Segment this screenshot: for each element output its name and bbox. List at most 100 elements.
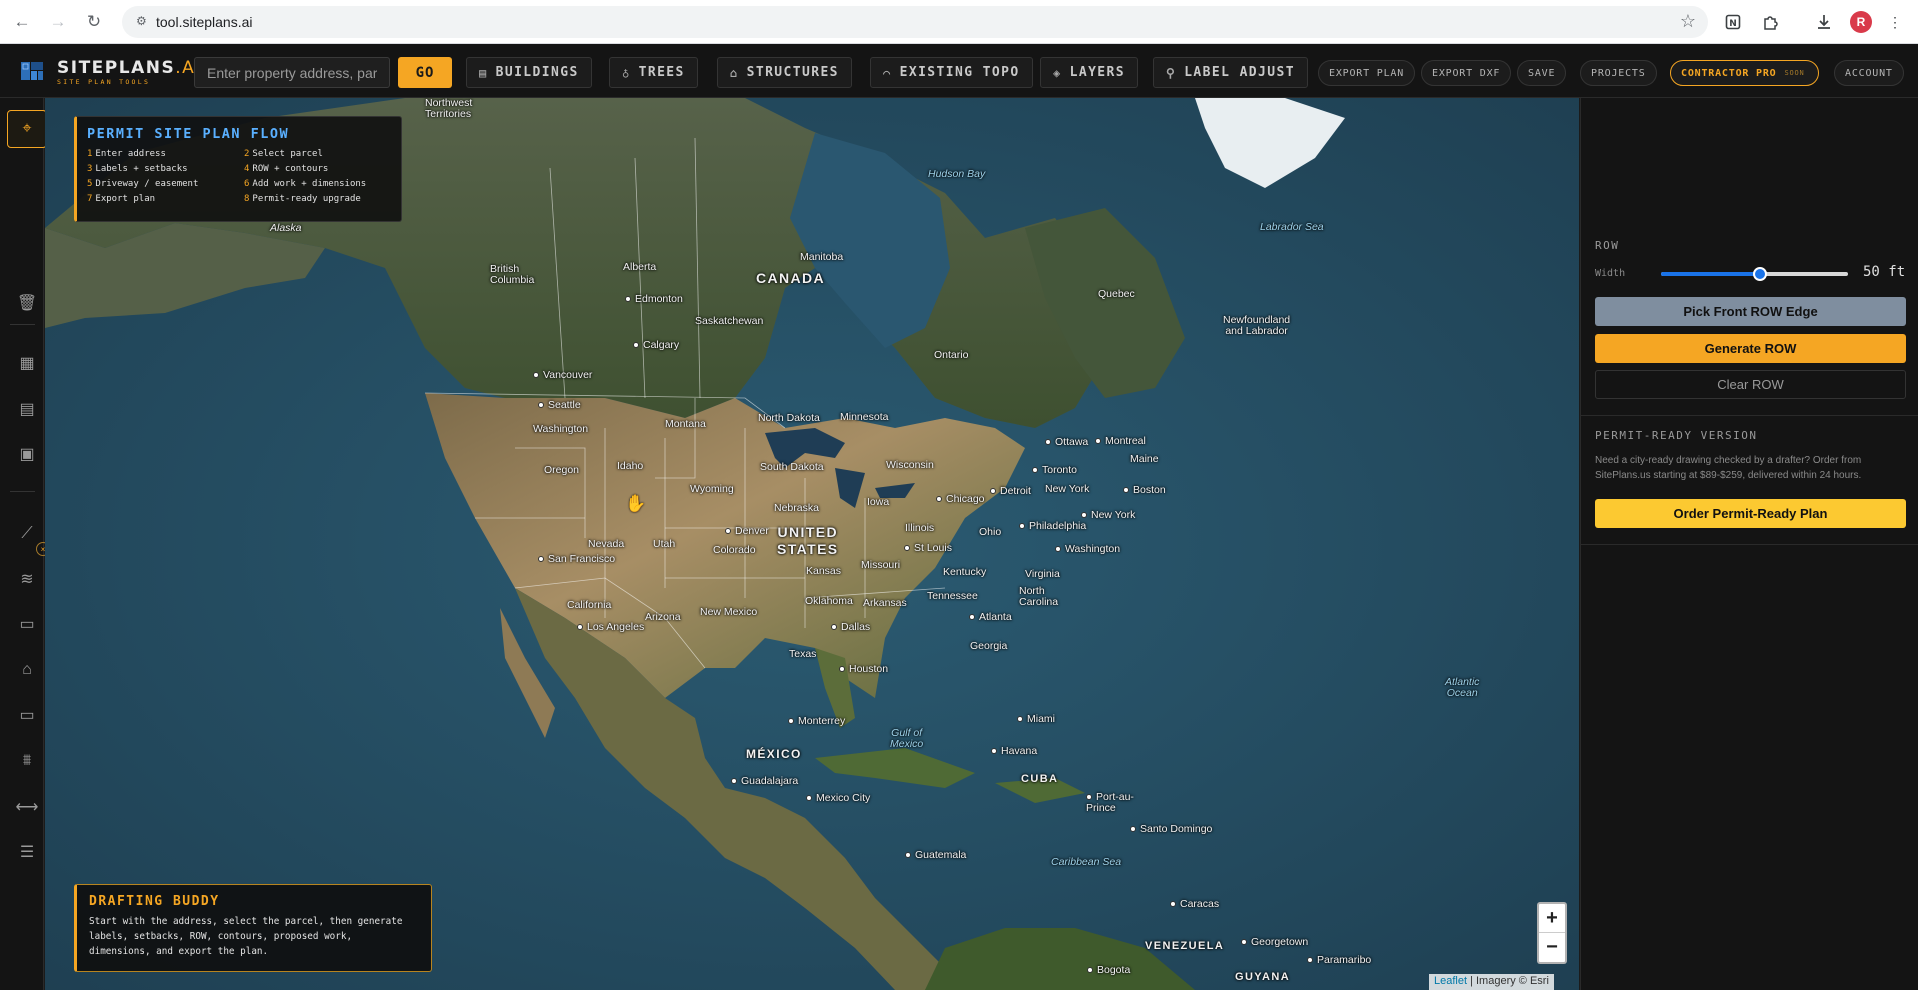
layers-button[interactable]: ◈ LAYERS [1040,57,1138,88]
map-label-port-au-prince: Port-au- Prince [1086,791,1134,814]
section-divider [1581,544,1918,545]
zoom-in-button[interactable]: + [1539,904,1565,933]
map-label-paramaribo: Paramaribo [1307,954,1371,966]
list-icon[interactable]: ☰ [8,837,46,867]
bookmark-star-icon[interactable]: ☆ [1680,11,1696,32]
section-divider [1581,415,1918,416]
map-label-washington-dc: Washington [1055,543,1120,555]
row-width-value: 50 ft [1863,264,1906,280]
go-button[interactable]: GO [398,57,452,88]
map-label-caracas: Caracas [1170,898,1219,910]
map-label-newfoundland: Newfoundland and Labrador [1223,314,1291,337]
trees-button[interactable]: ♁ TREES [609,57,698,88]
forward-icon[interactable]: → [46,10,70,34]
satellite-map[interactable]: Northwest Territories Alaska British Col… [45,98,1579,990]
map-attribution: Leaflet | Imagery © Esri [1429,974,1554,990]
map-label-idaho: Idaho [617,460,644,472]
projects-button[interactable]: PROJECTS [1580,60,1657,86]
map-label-calgary: Calgary [633,339,679,351]
topo-icon: ⌒ [883,65,892,80]
map-label-utah: Utah [653,538,676,550]
generate-row-button[interactable]: Generate ROW [1595,334,1906,363]
document-icon[interactable]: ▤ [8,394,46,424]
map-label-california: California [567,599,612,611]
property-address-input[interactable] [194,57,390,88]
zoom-control: + − [1537,902,1567,964]
easement-icon[interactable]: ▭ [8,700,46,730]
browser-menu-icon[interactable]: ⋮ [1884,11,1906,33]
driveway-icon[interactable]: ▭ [8,609,46,639]
map-label-north-carolina: North Carolina [1019,585,1059,608]
map-label-texas: Texas [789,648,817,660]
existing-topo-button[interactable]: ⌒ EXISTING TOPO [870,57,1033,88]
map-label-arkansas: Arkansas [863,597,907,609]
flow-step: 5 Driveway / easement [87,179,199,189]
map-label-los-angeles: Los Angeles [577,621,644,633]
clear-row-button[interactable]: Clear ROW [1595,370,1906,399]
map-label-arizona: Arizona [645,611,681,623]
existing-topo-label: EXISTING TOPO [899,65,1020,80]
fence-icon[interactable]: ⩩ [8,746,46,776]
site-info-icon[interactable]: ⚙ [136,14,152,30]
map-label-canada: CANADA [756,270,826,286]
rail-divider [10,491,35,492]
label-adjust-button[interactable]: ⚲ LABEL ADJUST [1153,57,1308,88]
map-label-minnesota: Minnesota [840,411,889,423]
structures-button[interactable]: ⌂ STRUCTURES [717,57,852,88]
contractor-pro-button[interactable]: CONTRACTOR PRO SOON [1670,60,1819,86]
contractor-pro-label: CONTRACTOR PRO [1681,67,1777,79]
order-permit-ready-button[interactable]: Order Permit-Ready Plan [1595,499,1906,528]
buildings-label: BUILDINGS [495,65,579,80]
permit-ready-description: Need a city-ready drawing checked by a d… [1595,455,1862,481]
downloads-icon[interactable] [1813,11,1835,33]
dimension-icon[interactable]: ⟷ [8,792,46,822]
slider-fill [1661,272,1761,276]
account-button[interactable]: ACCOUNT [1834,60,1904,86]
permit-ready-title: PERMIT-READY VERSION [1595,429,1758,442]
pick-front-row-edge-button[interactable]: Pick Front ROW Edge [1595,297,1906,326]
building-outline-icon[interactable]: ⌂ [8,655,46,685]
export-dxf-button[interactable]: EXPORT DXF [1421,60,1512,86]
buildings-button[interactable]: ▤ BUILDINGS [466,57,592,88]
row-section-title: ROW [1595,239,1620,252]
browser-toolbar: ← → ↻ ⚙ tool.siteplans.ai ☆ N R ⋮ [0,0,1918,44]
map-label-oklahoma: Oklahoma [805,595,853,607]
export-plan-button[interactable]: EXPORT PLAN [1318,60,1416,86]
map-label-kentucky: Kentucky [943,566,987,578]
app-logo-subtitle: SITE PLAN TOOLS [57,78,151,86]
parcel-icon[interactable]: ▣ [8,439,46,469]
map-label-ohio: Ohio [979,526,1002,538]
map-label-dallas: Dallas [831,621,870,633]
url-text[interactable]: tool.siteplans.ai [156,14,253,30]
grid-icon[interactable]: ▦ [8,348,46,378]
back-icon[interactable]: ← [10,10,34,34]
select-tool-icon[interactable]: ⌖ [7,110,47,148]
extensions-puzzle-icon[interactable] [1760,11,1782,33]
map-label-detroit: Detroit [990,485,1031,497]
notion-extension-icon[interactable]: N [1722,11,1744,33]
map-label-ottawa: Ottawa [1045,436,1088,448]
map-label-new-york-state: New York [1045,483,1090,495]
row-width-slider[interactable] [1661,267,1848,281]
map-label-miami: Miami [1017,713,1055,725]
address-bar[interactable]: ⚙ tool.siteplans.ai ☆ [122,6,1708,38]
slider-thumb[interactable] [1753,267,1768,281]
zoom-out-button[interactable]: − [1539,933,1565,962]
reload-icon[interactable]: ↻ [82,10,106,34]
hand-cursor-icon: ✋ [625,494,647,513]
map-label-wyoming: Wyoming [690,483,734,495]
map-label-guatemala: Guatemala [905,849,966,861]
trash-icon[interactable]: 🗑 [8,288,46,318]
map-label-colorado: Colorado [713,544,756,556]
contours-icon[interactable]: ≋ [8,564,46,594]
map-label-british-columbia: British Columbia [490,263,535,286]
map-label-united-states: UNITED STATES [777,524,839,557]
map-label-new-mexico: New Mexico [700,606,758,618]
leaflet-link[interactable]: Leaflet [1434,975,1467,987]
profile-avatar[interactable]: R [1850,11,1872,33]
tree-icon: ♁ [622,65,631,80]
map-label-tennessee: Tennessee [927,590,978,602]
trees-label: TREES [638,65,685,80]
save-button[interactable]: SAVE [1517,60,1567,86]
map-label-cuba: CUBA [1021,773,1059,785]
